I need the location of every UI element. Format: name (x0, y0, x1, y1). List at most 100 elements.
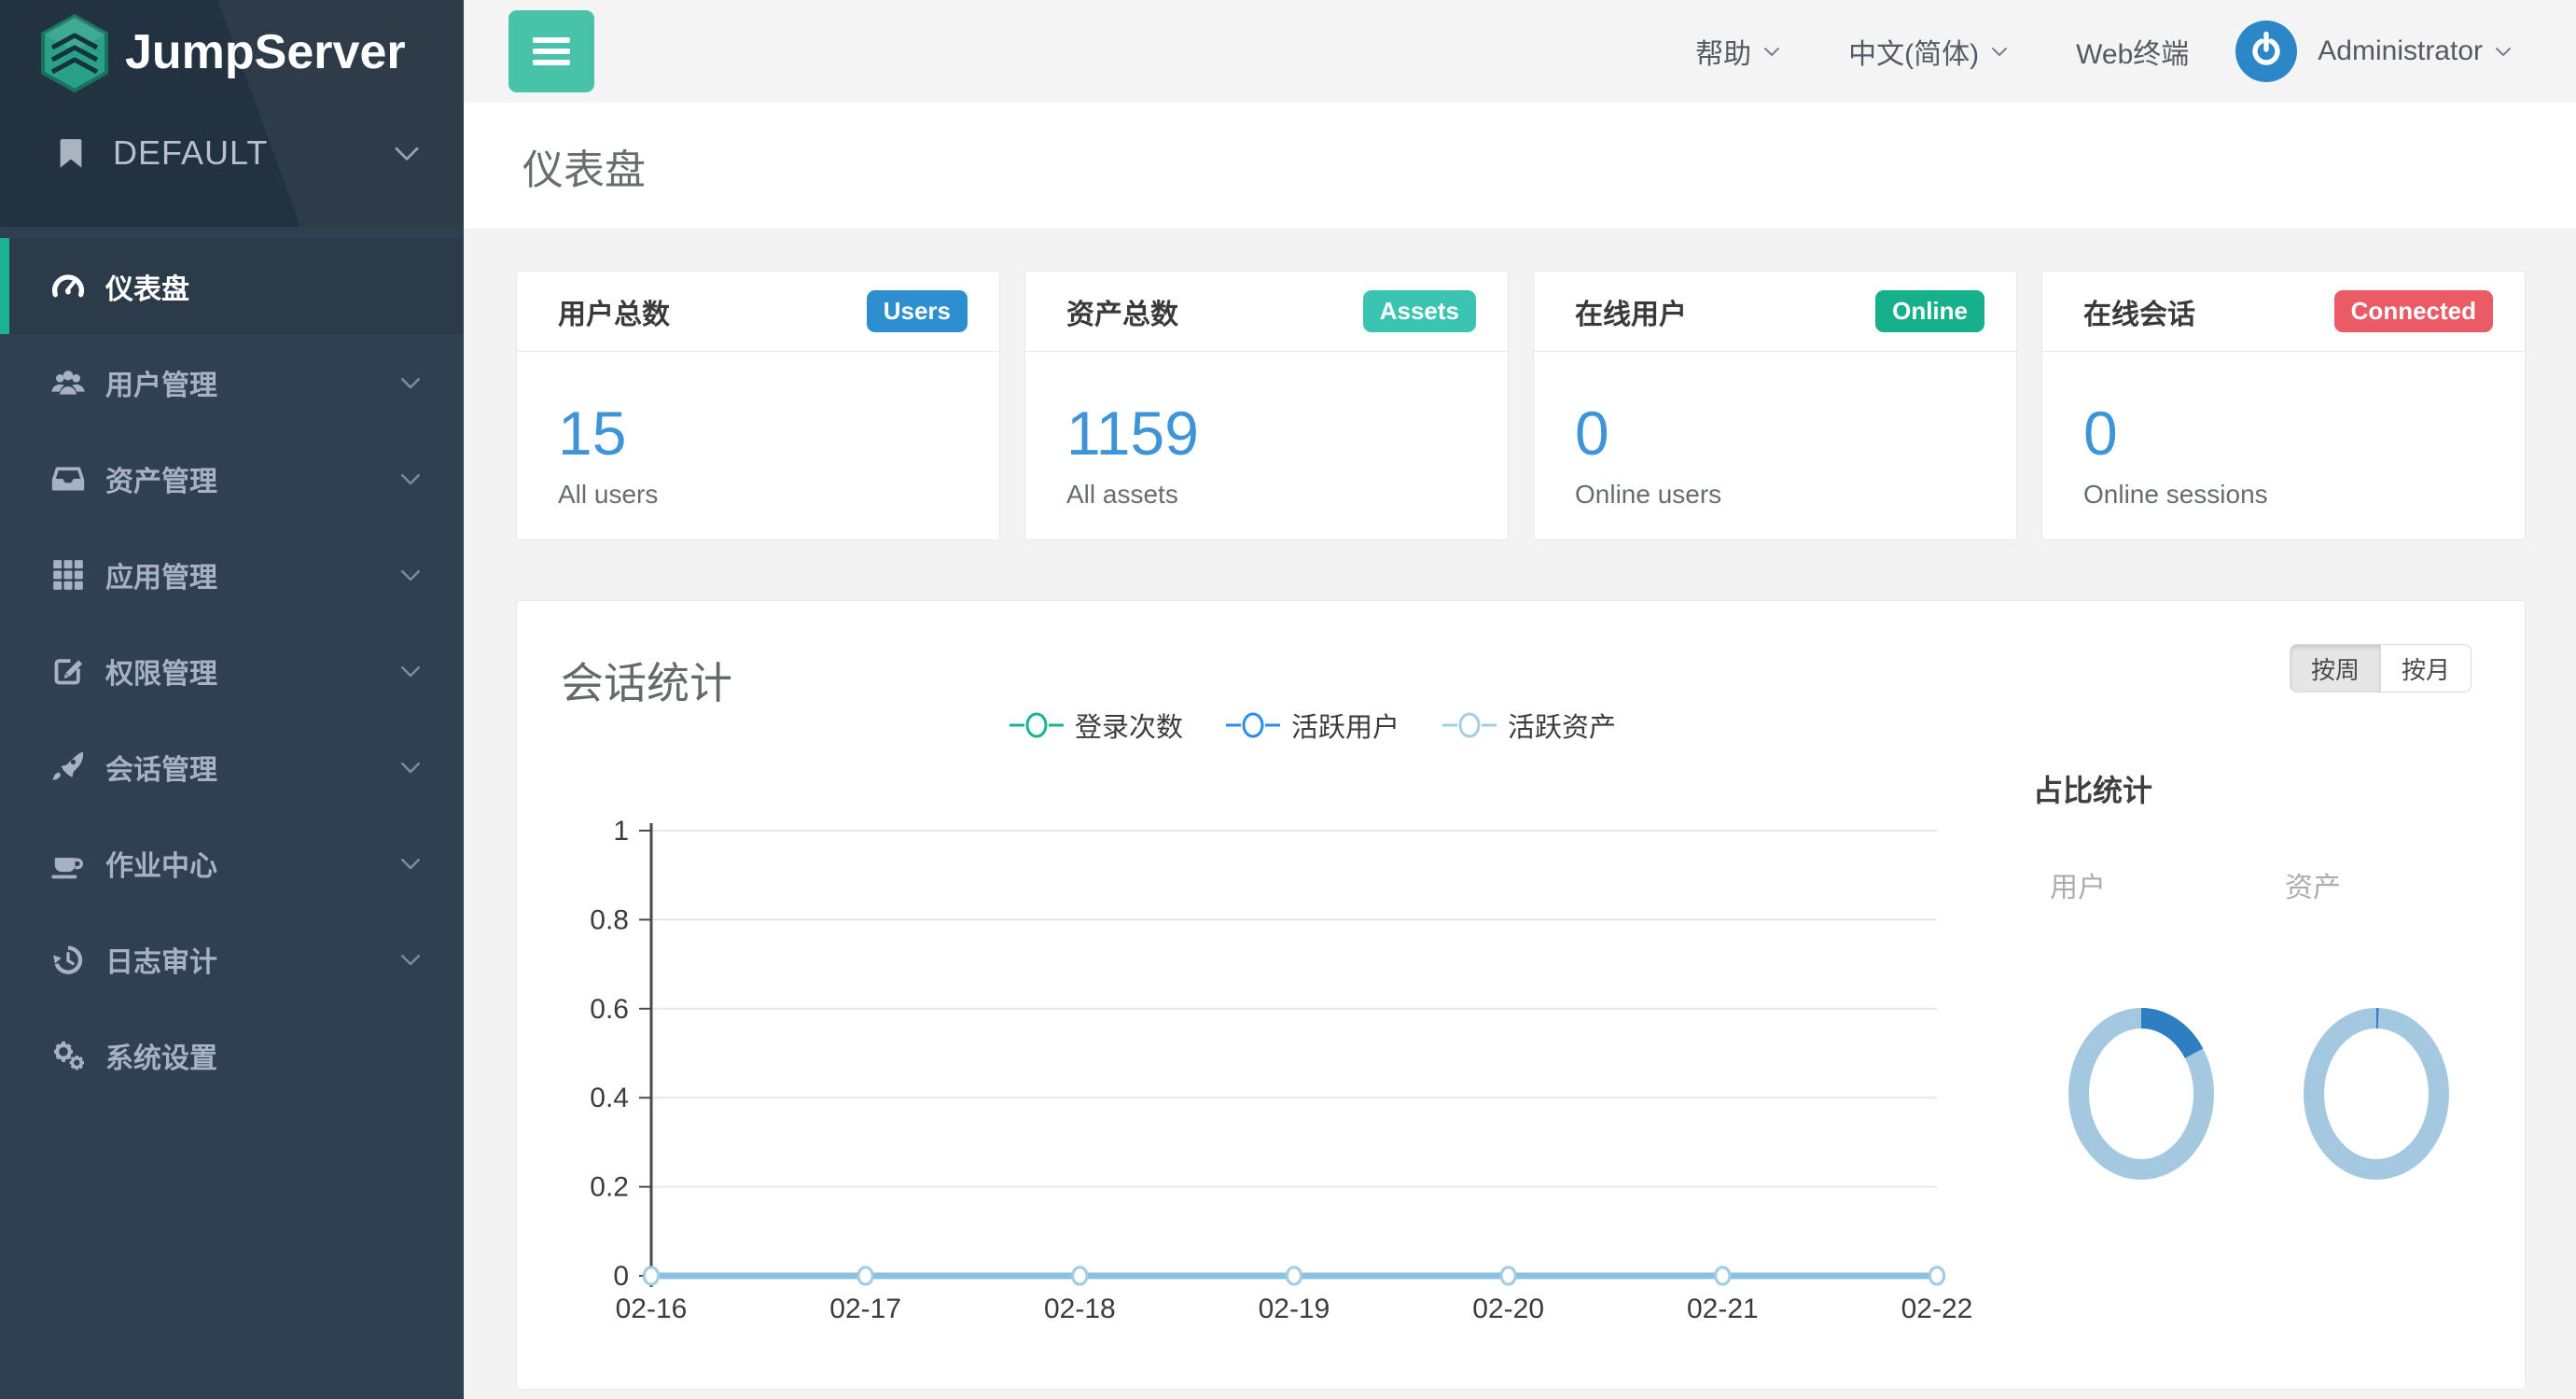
chevron-down-icon (397, 753, 425, 781)
stat-cards-row: 用户总数 Users 15 All users 资产总数 Assets 1159 (516, 271, 2526, 540)
stat-value: 1159 (1066, 402, 1467, 464)
brand-logo[interactable]: JumpServer (0, 0, 464, 105)
brand-name: JumpServer (125, 24, 406, 80)
stat-value: 0 (2083, 402, 2484, 464)
stat-title: 资产总数 (1066, 291, 1178, 332)
sidebar-item-dashboard[interactable]: 仪表盘 (0, 238, 464, 334)
sidebar-item-settings[interactable]: 系统设置 (0, 1007, 464, 1103)
chevron-down-icon (1761, 40, 1783, 63)
content: 用户总数 Users 15 All users 资产总数 Assets 1159 (464, 229, 2576, 1390)
sidebar-item-audits[interactable]: 日志审计 (0, 911, 464, 1007)
svg-text:0.6: 0.6 (590, 994, 629, 1025)
stat-label: All assets (1066, 480, 1467, 510)
sidebar-item-label: 资产管理 (105, 458, 217, 499)
svg-text:1: 1 (613, 816, 629, 846)
sidebar-header: JumpServer DEFAULT (0, 0, 464, 227)
sidebar-item-label: 作业中心 (105, 843, 217, 884)
sidebar-item-applications[interactable]: 应用管理 (0, 526, 464, 623)
page-heading: 仪表盘 (464, 103, 2576, 229)
month-toggle-button[interactable]: 按月 (2381, 644, 2472, 693)
svg-text:02-16: 02-16 (616, 1294, 688, 1324)
legend-label: 活跃用户 (1291, 706, 1399, 745)
chevron-down-icon (389, 135, 425, 171)
week-toggle-button[interactable]: 按周 (2290, 644, 2381, 693)
jumpserver-hexagon-logo-icon (37, 12, 112, 92)
username: Administrator (2318, 35, 2483, 67)
stat-badge-2: Online (1875, 290, 1984, 332)
web-terminal-label: Web终端 (2076, 31, 2189, 72)
chevron-down-icon (397, 561, 425, 589)
stat-card-header: 在线用户 Online (1534, 272, 2016, 352)
sidebar-item-users[interactable]: 用户管理 (0, 334, 464, 430)
svg-text:0: 0 (613, 1261, 629, 1292)
legend-item[interactable]: 活跃资产 (1442, 706, 1616, 745)
org-name: DEFAULT (113, 133, 389, 173)
ratio-label-assets: 资产 (2285, 864, 2341, 905)
language-label: 中文(简体) (1848, 31, 1979, 72)
stat-card-header: 用户总数 Users (517, 272, 999, 352)
svg-text:02-20: 02-20 (1472, 1294, 1544, 1324)
sidebar-item-label: 系统设置 (105, 1035, 217, 1076)
main-area: 帮助 中文(简体) Web终端 (464, 0, 2576, 1399)
stat-badge-0: Users (867, 290, 968, 332)
history-icon (49, 941, 87, 978)
stat-title: 在线会话 (2083, 291, 2195, 332)
chevron-down-icon (397, 657, 425, 685)
sidebar-item-label: 应用管理 (105, 554, 217, 595)
edit-icon (49, 652, 87, 690)
sidebar-collapse-button[interactable] (508, 10, 594, 92)
chevron-down-icon (1988, 40, 2011, 63)
grid-icon (49, 556, 87, 594)
sidebar-item-label: 用户管理 (105, 362, 217, 403)
stat-card-online-sessions: 在线会话 Connected 0 Online sessions (2041, 271, 2526, 540)
legend-label: 活跃资产 (1508, 706, 1616, 745)
svg-text:02-22: 02-22 (1901, 1294, 1973, 1324)
stat-card-body: 0 Online sessions (2042, 352, 2525, 510)
svg-text:0.2: 0.2 (590, 1172, 629, 1203)
svg-text:0.4: 0.4 (590, 1083, 629, 1113)
stat-card-total-assets: 资产总数 Assets 1159 All assets (1024, 271, 1509, 540)
chevron-down-icon (397, 945, 425, 973)
coffee-icon (49, 845, 87, 882)
stat-card-header: 在线会话 Connected (2042, 272, 2525, 352)
sidebar-item-jobs[interactable]: 作业中心 (0, 815, 464, 911)
topbar-right: 帮助 中文(简体) Web终端 (1695, 21, 2576, 82)
session-stats-panel: 会话统计 登录次数活跃用户活跃资产 按周 按月 00.20.40.60.8102… (516, 600, 2526, 1390)
gears-icon (49, 1037, 87, 1074)
inbox-icon (49, 460, 87, 497)
jumpserver-app: JumpServer DEFAULT 仪表盘用户管理资产管理应用管理权限管理会话… (0, 0, 2576, 1399)
svg-text:02-21: 02-21 (1687, 1294, 1759, 1324)
session-line-chart: 00.20.40.60.8102-1602-1702-1802-1902-200… (517, 816, 2010, 1348)
stat-label: All users (558, 480, 958, 510)
web-terminal-link[interactable]: Web终端 (2076, 31, 2189, 72)
ratio-title: 占比统计 (2033, 767, 2152, 810)
help-menu[interactable]: 帮助 (1695, 31, 1783, 72)
stat-card-total-users: 用户总数 Users 15 All users (516, 271, 1000, 540)
svg-text:02-17: 02-17 (829, 1294, 901, 1324)
user-menu[interactable]: Administrator (2318, 35, 2514, 67)
page-title: 仪表盘 (522, 136, 646, 196)
legend-item[interactable]: 登录次数 (1010, 706, 1183, 745)
sidebar-item-permissions[interactable]: 权限管理 (0, 623, 464, 719)
sidebar-item-assets[interactable]: 资产管理 (0, 430, 464, 526)
chevron-down-icon (397, 369, 425, 397)
stat-title: 用户总数 (558, 291, 670, 332)
user-avatar[interactable] (2235, 21, 2297, 82)
help-label: 帮助 (1695, 31, 1751, 72)
chevron-down-icon (397, 849, 425, 877)
stat-value: 15 (558, 402, 958, 464)
org-selector[interactable]: DEFAULT (0, 105, 464, 202)
sidebar-item-label: 日志审计 (105, 939, 217, 980)
period-toggle: 按周 按月 (2290, 644, 2472, 693)
sidebar: JumpServer DEFAULT 仪表盘用户管理资产管理应用管理权限管理会话… (0, 0, 464, 1399)
sidebar-item-sessions[interactable]: 会话管理 (0, 719, 464, 815)
bookmark-icon (51, 133, 91, 173)
chevron-down-icon (2492, 40, 2514, 63)
legend-item[interactable]: 活跃用户 (1226, 706, 1399, 745)
rocket-icon (49, 748, 87, 786)
sidebar-item-label: 会话管理 (105, 747, 217, 788)
language-menu[interactable]: 中文(简体) (1848, 31, 2011, 72)
sidebar-menu: 仪表盘用户管理资产管理应用管理权限管理会话管理作业中心日志审计系统设置 (0, 227, 464, 1103)
stat-label: Online sessions (2083, 480, 2484, 510)
stat-card-body: 0 Online users (1534, 352, 2016, 510)
